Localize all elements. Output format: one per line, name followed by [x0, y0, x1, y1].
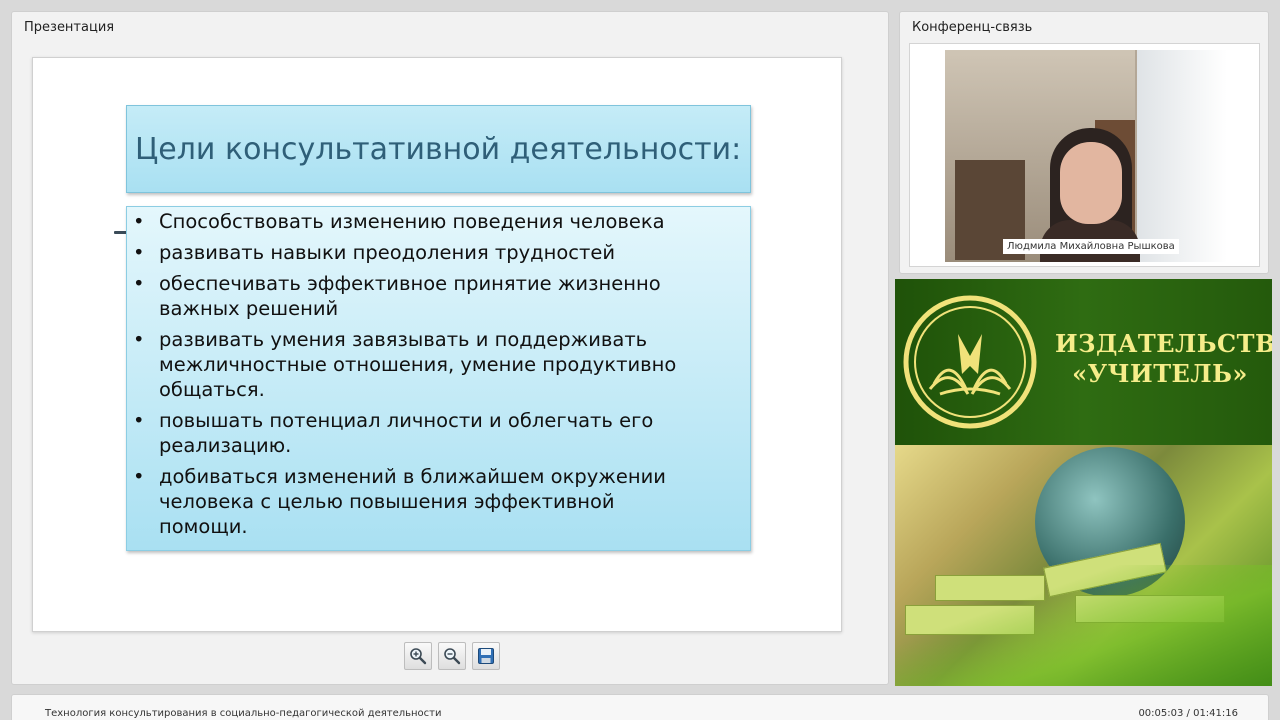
slide-bullet-line: Способствовать изменению поведения челов…: [159, 210, 665, 233]
slide-bullet-line: реализацию.: [159, 434, 292, 457]
slide-bullet-line: развивать умения завязывать и поддержива…: [159, 328, 648, 351]
speaker-name-label: Людмила Михайловна Рышкова: [1003, 239, 1179, 254]
slide-bullet-line: обеспечивать эффективное принятие жизнен…: [159, 272, 661, 295]
slide-bullet-line: важных решений: [159, 297, 339, 320]
bullet-marker: •: [133, 241, 145, 264]
slide-bullet-item: • добиваться изменений в ближайшем окруже…: [133, 464, 742, 539]
slide-title: Цели консультативной деятельности:: [126, 105, 751, 193]
presentation-slide: Цели консультативной деятельности: • Спос…: [32, 57, 842, 632]
publisher-name-line1: ИЗДАТЕЛЬСТВО: [1055, 329, 1272, 358]
slide-toolbar: [404, 642, 500, 670]
publisher-banner: ИЗДАТЕЛЬСТВО «УЧИТЕЛЬ»: [895, 279, 1272, 686]
zoom-out-button[interactable]: [438, 642, 466, 670]
presentation-panel-title: Презентация: [24, 20, 115, 35]
bullet-marker: •: [133, 328, 145, 351]
publisher-name-line2: «УЧИТЕЛЬ»: [1072, 359, 1248, 388]
slide-bullet-item: • обеспечивать эффективное принятие жизне…: [133, 271, 742, 321]
slide-bullet-line: помощи.: [159, 515, 248, 538]
slide-bullet-line: повышать потенциал личности и облегчать …: [159, 409, 654, 432]
slide-bullet-item: • развивать навыки преодоления трудностей: [133, 240, 742, 265]
slide-bullet-list: • Способствовать изменению поведения чело…: [133, 209, 742, 539]
conference-panel-title: Конференц-связь: [912, 20, 1033, 35]
slide-bullet-line: межличностные отношения, умение продукти…: [159, 353, 677, 376]
floppy-disk-icon: [478, 648, 494, 664]
video-window: [1137, 50, 1227, 262]
bullet-marker: •: [133, 272, 145, 295]
footer-bar: Технология консультирования в социально-…: [11, 694, 1269, 720]
publisher-logo-icon: [903, 295, 1037, 429]
course-title: Технология консультирования в социально-…: [45, 708, 442, 719]
save-button[interactable]: [472, 642, 500, 670]
publisher-image: [895, 445, 1272, 686]
publisher-header: ИЗДАТЕЛЬСТВО «УЧИТЕЛЬ»: [895, 279, 1272, 445]
slide-bullet-line: общаться.: [159, 378, 265, 401]
bullet-marker: •: [133, 465, 145, 488]
publisher-wave: [895, 565, 1272, 686]
zoom-in-button[interactable]: [404, 642, 432, 670]
slide-bullet-item: • повышать потенциал личности и облегчать…: [133, 408, 742, 458]
presentation-panel: Презентация Цели консультативной деятель…: [11, 11, 889, 685]
slide-bullet-line: человека с целью повышения эффективной: [159, 490, 615, 513]
publisher-name: ИЗДАТЕЛЬСТВО «УЧИТЕЛЬ»: [1055, 329, 1272, 389]
slide-bullet-item: • Способствовать изменению поведения чело…: [133, 209, 742, 234]
bullet-marker: •: [133, 409, 145, 432]
slide-bullet-line: добиваться изменений в ближайшем окружен…: [159, 465, 666, 488]
playback-time: 00:05:03 / 01:41:16: [1138, 708, 1238, 719]
zoom-out-icon: [444, 648, 461, 665]
webcam-video[interactable]: Людмила Михайловна Рышкова: [945, 50, 1227, 262]
video-frame: Людмила Михайловна Рышкова: [909, 43, 1260, 267]
zoom-in-icon: [410, 648, 427, 665]
bullet-marker: •: [133, 210, 145, 233]
speaker-face: [1060, 142, 1122, 224]
conference-panel: Конференц-связь Людмила Михайловна Рышко…: [899, 11, 1269, 274]
slide-bullet-line: развивать навыки преодоления трудностей: [159, 241, 616, 264]
slide-bullet-item: • развивать умения завязывать и поддержив…: [133, 327, 742, 402]
slide-body: • Способствовать изменению поведения чело…: [126, 206, 751, 551]
